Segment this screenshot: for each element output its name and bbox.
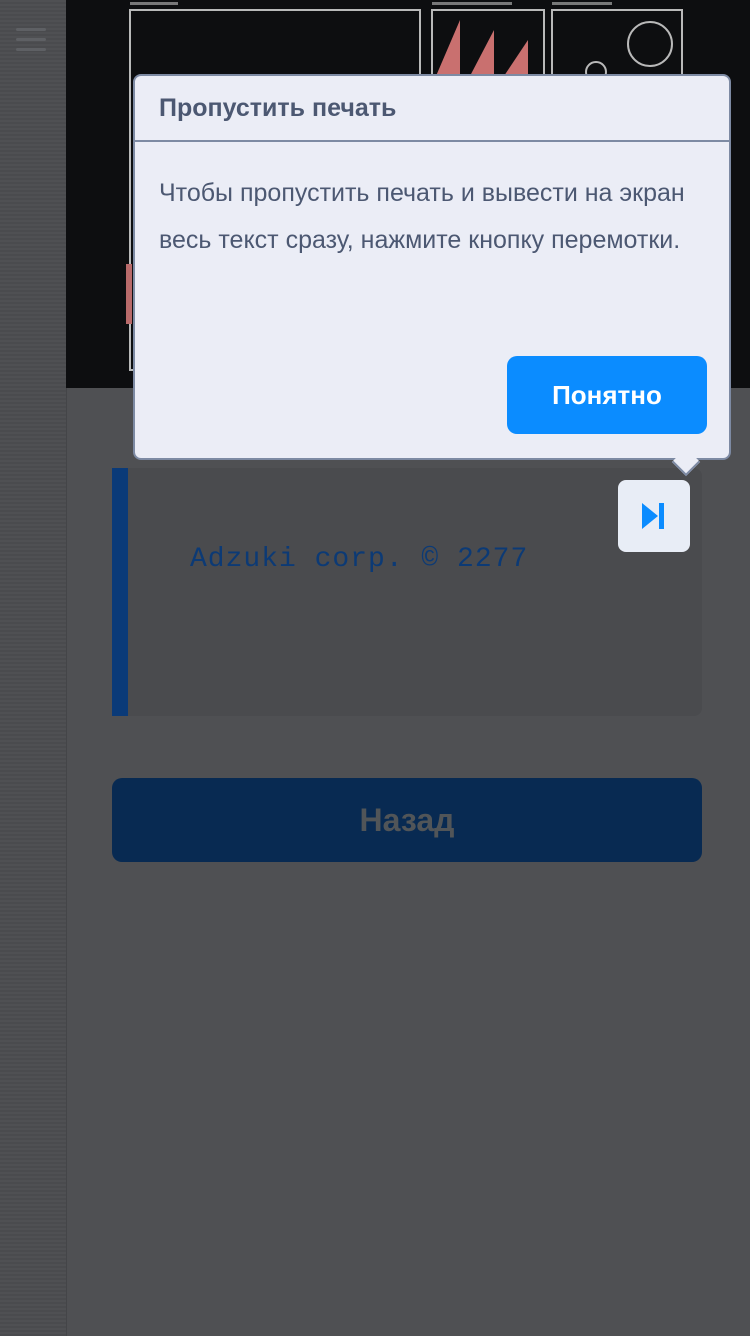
back-button[interactable]: Назад xyxy=(112,778,702,862)
typing-terminal: Adzuki corp. © 2277 xyxy=(112,468,702,716)
ok-button[interactable]: Понятно xyxy=(507,356,707,434)
terminal-text: Adzuki corp. © 2277 xyxy=(190,544,529,575)
popover-body: Чтобы пропустить печать и вывести на экр… xyxy=(159,179,685,254)
skip-forward-icon xyxy=(642,503,664,529)
hamburger-menu-icon[interactable] xyxy=(16,28,46,58)
skip-button[interactable] xyxy=(618,480,690,552)
popover-title: Пропустить печать xyxy=(135,76,729,142)
sidebar xyxy=(0,0,67,1336)
skip-hint-popover: Пропустить печать Чтобы пропустить печат… xyxy=(133,74,731,460)
